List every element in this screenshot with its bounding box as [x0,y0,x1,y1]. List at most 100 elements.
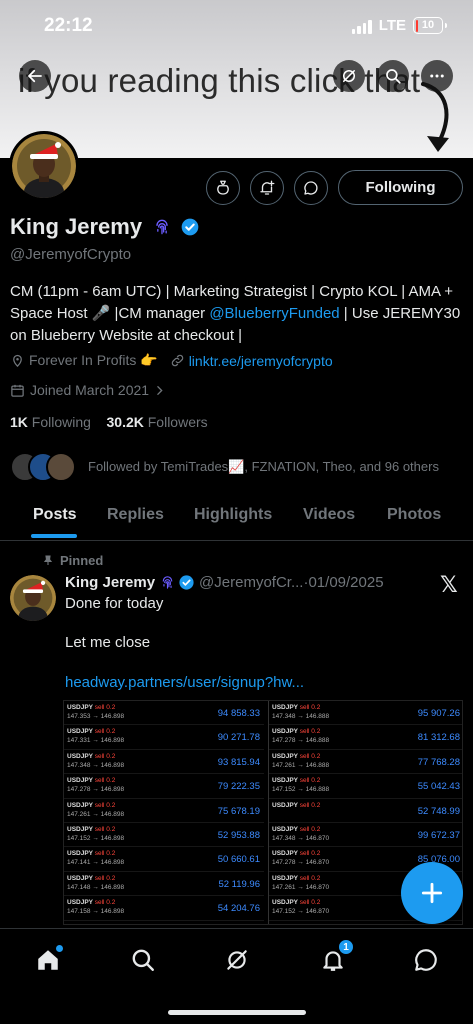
tab-replies[interactable]: Replies [107,506,164,524]
trade-symbol: USDJPY sell 0.2 [67,777,116,785]
trade-profit: 52 119.96 [218,878,260,890]
battery-percent: 10 [421,19,435,31]
avatar-image [12,134,76,198]
profile-bio: CM (11pm - 6am UTC) | Marketing Strategi… [10,281,465,347]
trade-row: USDJPY sell 0.2 147.353 → 146.898 94 858.3… [64,701,264,726]
followers-count-link[interactable]: 30.2K Followers [107,414,208,430]
x-logo-icon: 𝕏 [440,572,458,597]
more-button[interactable] [421,60,453,92]
tweet-link[interactable]: headway.partners/user/signup?hw... [65,674,304,691]
tab-photos[interactable]: Photos [387,506,441,524]
bio-mention-link[interactable]: @BlueberryFunded [209,305,339,322]
notify-button[interactable] [250,171,284,205]
followed-by-text: Followed by TemiTrades📈, FZNATION, Theo,… [88,459,439,474]
trade-side: sell 0.2 [299,850,321,858]
tab-posts[interactable]: Posts [33,506,77,524]
tab-videos[interactable]: Videos [303,506,355,524]
trade-prices: 147.278 → 146.870 [272,859,330,867]
location-pin-icon [13,354,22,368]
compose-button[interactable] [401,862,463,924]
trade-symbol: USDJPY sell 0.2 [272,850,321,858]
joined-row[interactable]: Joined March 2021 [10,382,166,398]
home-indicator [168,1010,306,1015]
location-text: Forever In Profits 👉 [29,352,158,368]
profile-avatar[interactable] [9,131,79,201]
trade-symbol: USDJPY sell 0.2 [67,728,116,736]
profile-name-row: King Jeremy [10,214,200,240]
trade-profit: 79 222.35 [217,781,260,793]
tweet-date: 01/09/2025 [308,574,384,591]
follower-avatar [46,452,76,482]
trade-prices: 147.331 → 146.898 [67,737,125,745]
battery-icon: 10 [413,17,447,34]
tab-highlights[interactable]: Highlights [194,506,272,524]
tweet-author-name[interactable]: King Jeremy [65,574,155,591]
back-button[interactable] [19,60,51,92]
trade-profit: 95 907.26 [417,708,460,719]
trade-profit: 52 953.88 [217,829,260,841]
trade-side: sell 0.2 [299,728,321,736]
status-icons: LTE 10 [351,17,447,34]
trade-row: USDJPY sell 0.2 52 748.99 [269,799,462,823]
trade-prices: 147.148 → 146.898 [67,883,125,891]
trade-side: sell 0.2 [94,874,116,882]
trade-row: USDJPY sell 0.2 147.152 → 146.898 52 953.8… [64,823,264,848]
trade-row: USDJPY sell 0.2 147.261 → 146.888 77 768.2… [269,750,462,775]
trade-symbol: USDJPY sell 0.2 [272,874,321,882]
trade-prices: 147.261 → 146.888 [272,761,330,769]
trade-profit: 50 660.61 [217,854,260,866]
joined-text: Joined March 2021 [30,382,150,398]
signal-icon [351,18,372,34]
trade-prices: 147.141 → 146.898 [67,859,125,867]
following-button[interactable]: Following [338,170,463,205]
nav-search[interactable] [128,945,158,975]
trade-prices: 147.353 → 146.898 [67,713,125,720]
trade-symbol: USDJPY sell 0.2 [272,825,321,833]
fingerprint-icon [162,576,173,589]
trade-prices: 147.152 → 146.888 [272,786,330,794]
chevron-right-icon [157,385,163,395]
trade-symbol: USDJPY sell 0.2 [67,899,116,907]
trade-prices: 147.348 → 146.870 [272,834,330,842]
trade-profit: 90 271.78 [217,732,260,744]
profile-banner[interactable]: 22:12 LTE 10 if you reading this click t… [0,0,473,158]
money-bag-icon [217,180,229,195]
trade-side: sell 0.2 [94,752,116,760]
trade-side: sell 0.2 [299,704,321,711]
website-link[interactable]: linktr.ee/jeremyofcrypto [189,353,333,369]
trade-row: USDJPY sell 0.2 147.152 → 146.888 55 042.4… [269,774,462,799]
message-bubble-icon [304,181,318,195]
trade-prices: 147.158 → 146.898 [67,908,125,916]
following-count-link[interactable]: 1K Following [10,414,91,430]
tweet-author-handle[interactable]: @JeremyofCr... [199,574,303,591]
verified-badge-icon [181,218,199,236]
trade-prices: 147.261 → 146.870 [272,883,330,891]
back-arrow-icon [28,69,42,83]
trade-row: USDJPY sell 0.2 147.278 → 146.888 81 312.6… [269,725,462,750]
tweet-avatar[interactable] [10,575,56,621]
pinned-label: Pinned [42,553,103,568]
search-button[interactable] [377,60,409,92]
nav-grok[interactable] [222,945,252,975]
nav-home[interactable] [33,945,63,975]
nav-messages[interactable] [411,945,441,975]
trade-side: sell 0.2 [299,801,321,809]
trade-symbol: USDJPY sell 0.2 [272,899,321,907]
trade-profit: 54 204.76 [217,903,260,915]
trade-side: sell 0.2 [299,752,321,760]
trade-row: USDJPY sell 0.2 147.158 → 146.898 54 204.7… [64,896,264,921]
message-bubble-icon [415,949,437,971]
status-time: 22:12 [44,15,93,36]
message-button[interactable] [294,171,328,205]
fingerprint-icon [156,219,168,235]
trade-symbol: USDJPY sell 0.2 [272,777,321,785]
followed-by-row[interactable]: Followed by TemiTrades📈, FZNATION, Theo,… [10,450,439,484]
grok-button[interactable] [333,60,365,92]
nav-notifications[interactable]: 1 [318,939,354,975]
subscribe-button[interactable] [206,171,240,205]
profile-meta: Forever In Profits 👉 linktr.ee/jeremyofc… [10,352,333,369]
trade-profit: 75 678.19 [217,805,260,817]
trade-side: sell 0.2 [299,825,321,833]
pin-icon [43,555,53,565]
profile-handle: @JeremyofCrypto [10,246,132,263]
